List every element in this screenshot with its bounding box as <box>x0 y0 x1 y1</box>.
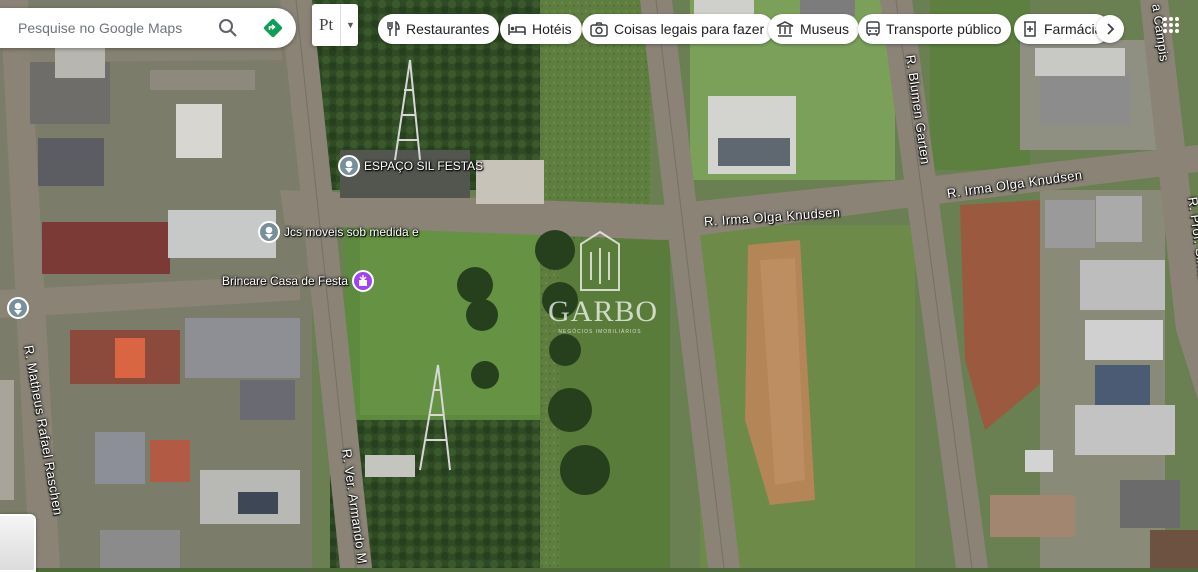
chevron-down-icon[interactable]: ▼ <box>346 20 355 30</box>
chip-hotels[interactable]: Hotéis <box>500 14 582 44</box>
chip-label: Museus <box>800 21 850 37</box>
place-label: Jcs moveis sob medida e <box>284 225 419 239</box>
input-tools-button[interactable]: Pt ▼ <box>312 4 358 46</box>
garbo-logo-icon <box>580 230 620 291</box>
search-input[interactable] <box>16 19 210 37</box>
bed-icon <box>508 24 526 35</box>
chip-label: Farmácia <box>1044 21 1103 37</box>
place-marker-espaco-sil-festas[interactable]: ESPAÇO SIL FESTAS <box>338 155 483 177</box>
chip-restaurants[interactable]: Restaurantes <box>378 14 500 44</box>
chevron-right-icon <box>1107 23 1115 35</box>
garbo-watermark: GARBO NEGÓCIOS IMOBILIÁRIOS <box>548 230 657 335</box>
chip-label: Coisas legais para fazer <box>614 21 765 37</box>
party-pin-icon <box>352 270 375 292</box>
search-icon[interactable] <box>216 16 240 40</box>
chip-label: Restaurantes <box>406 21 490 37</box>
chip-things-to-do[interactable]: Coisas legais para fazer <box>582 14 775 44</box>
pharmacy-icon <box>1024 21 1036 37</box>
camera-icon <box>590 21 608 37</box>
chip-label: Hotéis <box>532 21 572 37</box>
google-apps-icon[interactable] <box>1162 16 1180 34</box>
bus-icon <box>866 21 880 36</box>
input-tools-label: Pt <box>319 15 334 34</box>
chip-museums[interactable]: Museus <box>768 14 860 44</box>
location-pin-icon <box>258 221 280 243</box>
chips-next-button[interactable] <box>1096 15 1124 43</box>
location-pin-icon <box>338 155 360 177</box>
place-marker-left[interactable] <box>7 297 29 319</box>
place-marker-jcs-moveis[interactable]: Jcs moveis sob medida e <box>258 221 419 243</box>
place-marker-brincare[interactable]: Brincare Casa de Festa <box>218 270 375 292</box>
chip-public-transport[interactable]: Transporte público <box>858 14 1012 44</box>
place-label: ESPAÇO SIL FESTAS <box>364 159 484 173</box>
chip-label: Transporte público <box>886 21 1002 37</box>
directions-icon[interactable] <box>261 16 285 40</box>
place-label: Brincare Casa de Festa <box>222 274 349 288</box>
search-box <box>0 8 296 48</box>
divider <box>340 4 341 46</box>
layers-toggle[interactable] <box>0 514 36 572</box>
location-pin-icon <box>7 297 29 319</box>
fork-knife-icon <box>387 21 400 36</box>
museum-icon <box>776 21 794 37</box>
